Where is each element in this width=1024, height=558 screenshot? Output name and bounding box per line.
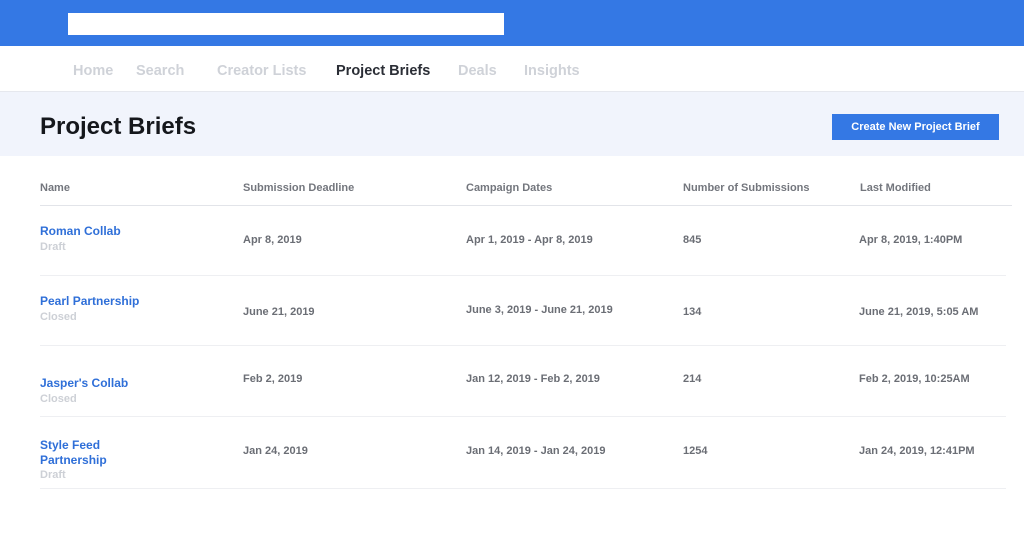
- brief-name-link[interactable]: Style Feed Partnership: [40, 438, 130, 468]
- table-header-divider: [40, 205, 1012, 206]
- nav-item-home[interactable]: Home: [73, 63, 113, 79]
- status-label: Draft: [40, 241, 66, 253]
- submission-count: 134: [683, 306, 702, 318]
- submission-count: 845: [683, 234, 702, 246]
- row-divider: [40, 416, 1006, 417]
- last-modified: Feb 2, 2019, 10:25AM: [859, 373, 970, 385]
- column-header-name[interactable]: Name: [40, 182, 70, 194]
- search-input[interactable]: [68, 13, 504, 35]
- submission-deadline: Feb 2, 2019: [243, 373, 303, 385]
- row-divider: [40, 275, 1006, 276]
- submission-count: 214: [683, 373, 702, 385]
- campaign-dates: Jan 14, 2019 - Jan 24, 2019: [466, 445, 606, 457]
- nav-item-search[interactable]: Search: [136, 63, 184, 79]
- column-header-last-modified[interactable]: Last Modified: [860, 182, 931, 194]
- brief-name-link[interactable]: Roman Collab: [40, 224, 170, 239]
- status-label: Closed: [40, 311, 77, 323]
- submission-count: 1254: [683, 445, 708, 457]
- column-header-campaign-dates[interactable]: Campaign Dates: [466, 182, 552, 194]
- last-modified: Apr 8, 2019, 1:40PM: [859, 234, 963, 246]
- submission-deadline: Jan 24, 2019: [243, 445, 308, 457]
- top-bar: [0, 0, 1024, 46]
- submission-deadline: Apr 8, 2019: [243, 234, 302, 246]
- row-divider: [40, 345, 1006, 346]
- nav-item-project-briefs[interactable]: Project Briefs: [336, 63, 430, 79]
- last-modified: June 21, 2019, 5:05 AM: [859, 306, 979, 318]
- row-divider: [40, 488, 1006, 489]
- last-modified: Jan 24, 2019, 12:41PM: [859, 445, 975, 457]
- nav-item-insights[interactable]: Insights: [524, 63, 580, 79]
- nav-item-deals[interactable]: Deals: [458, 63, 497, 79]
- status-label: Closed: [40, 393, 77, 405]
- campaign-dates: June 3, 2019 - June 21, 2019: [466, 304, 613, 316]
- campaign-dates: Jan 12, 2019 - Feb 2, 2019: [466, 373, 600, 385]
- create-project-brief-button[interactable]: Create New Project Brief: [832, 114, 999, 140]
- brief-name-link[interactable]: Pearl Partnership: [40, 294, 170, 309]
- status-label: Draft: [40, 469, 66, 481]
- column-header-number-of-submissions[interactable]: Number of Submissions: [683, 182, 810, 194]
- campaign-dates: Apr 1, 2019 - Apr 8, 2019: [466, 234, 593, 246]
- brief-name-link[interactable]: Jasper's Collab: [40, 376, 170, 391]
- column-header-submission-deadline[interactable]: Submission Deadline: [243, 182, 354, 194]
- main-nav: Home Search Creator Lists Project Briefs…: [0, 46, 1024, 92]
- submission-deadline: June 21, 2019: [243, 306, 315, 318]
- page-title: Project Briefs: [40, 113, 197, 140]
- nav-item-creator-lists[interactable]: Creator Lists: [217, 63, 306, 79]
